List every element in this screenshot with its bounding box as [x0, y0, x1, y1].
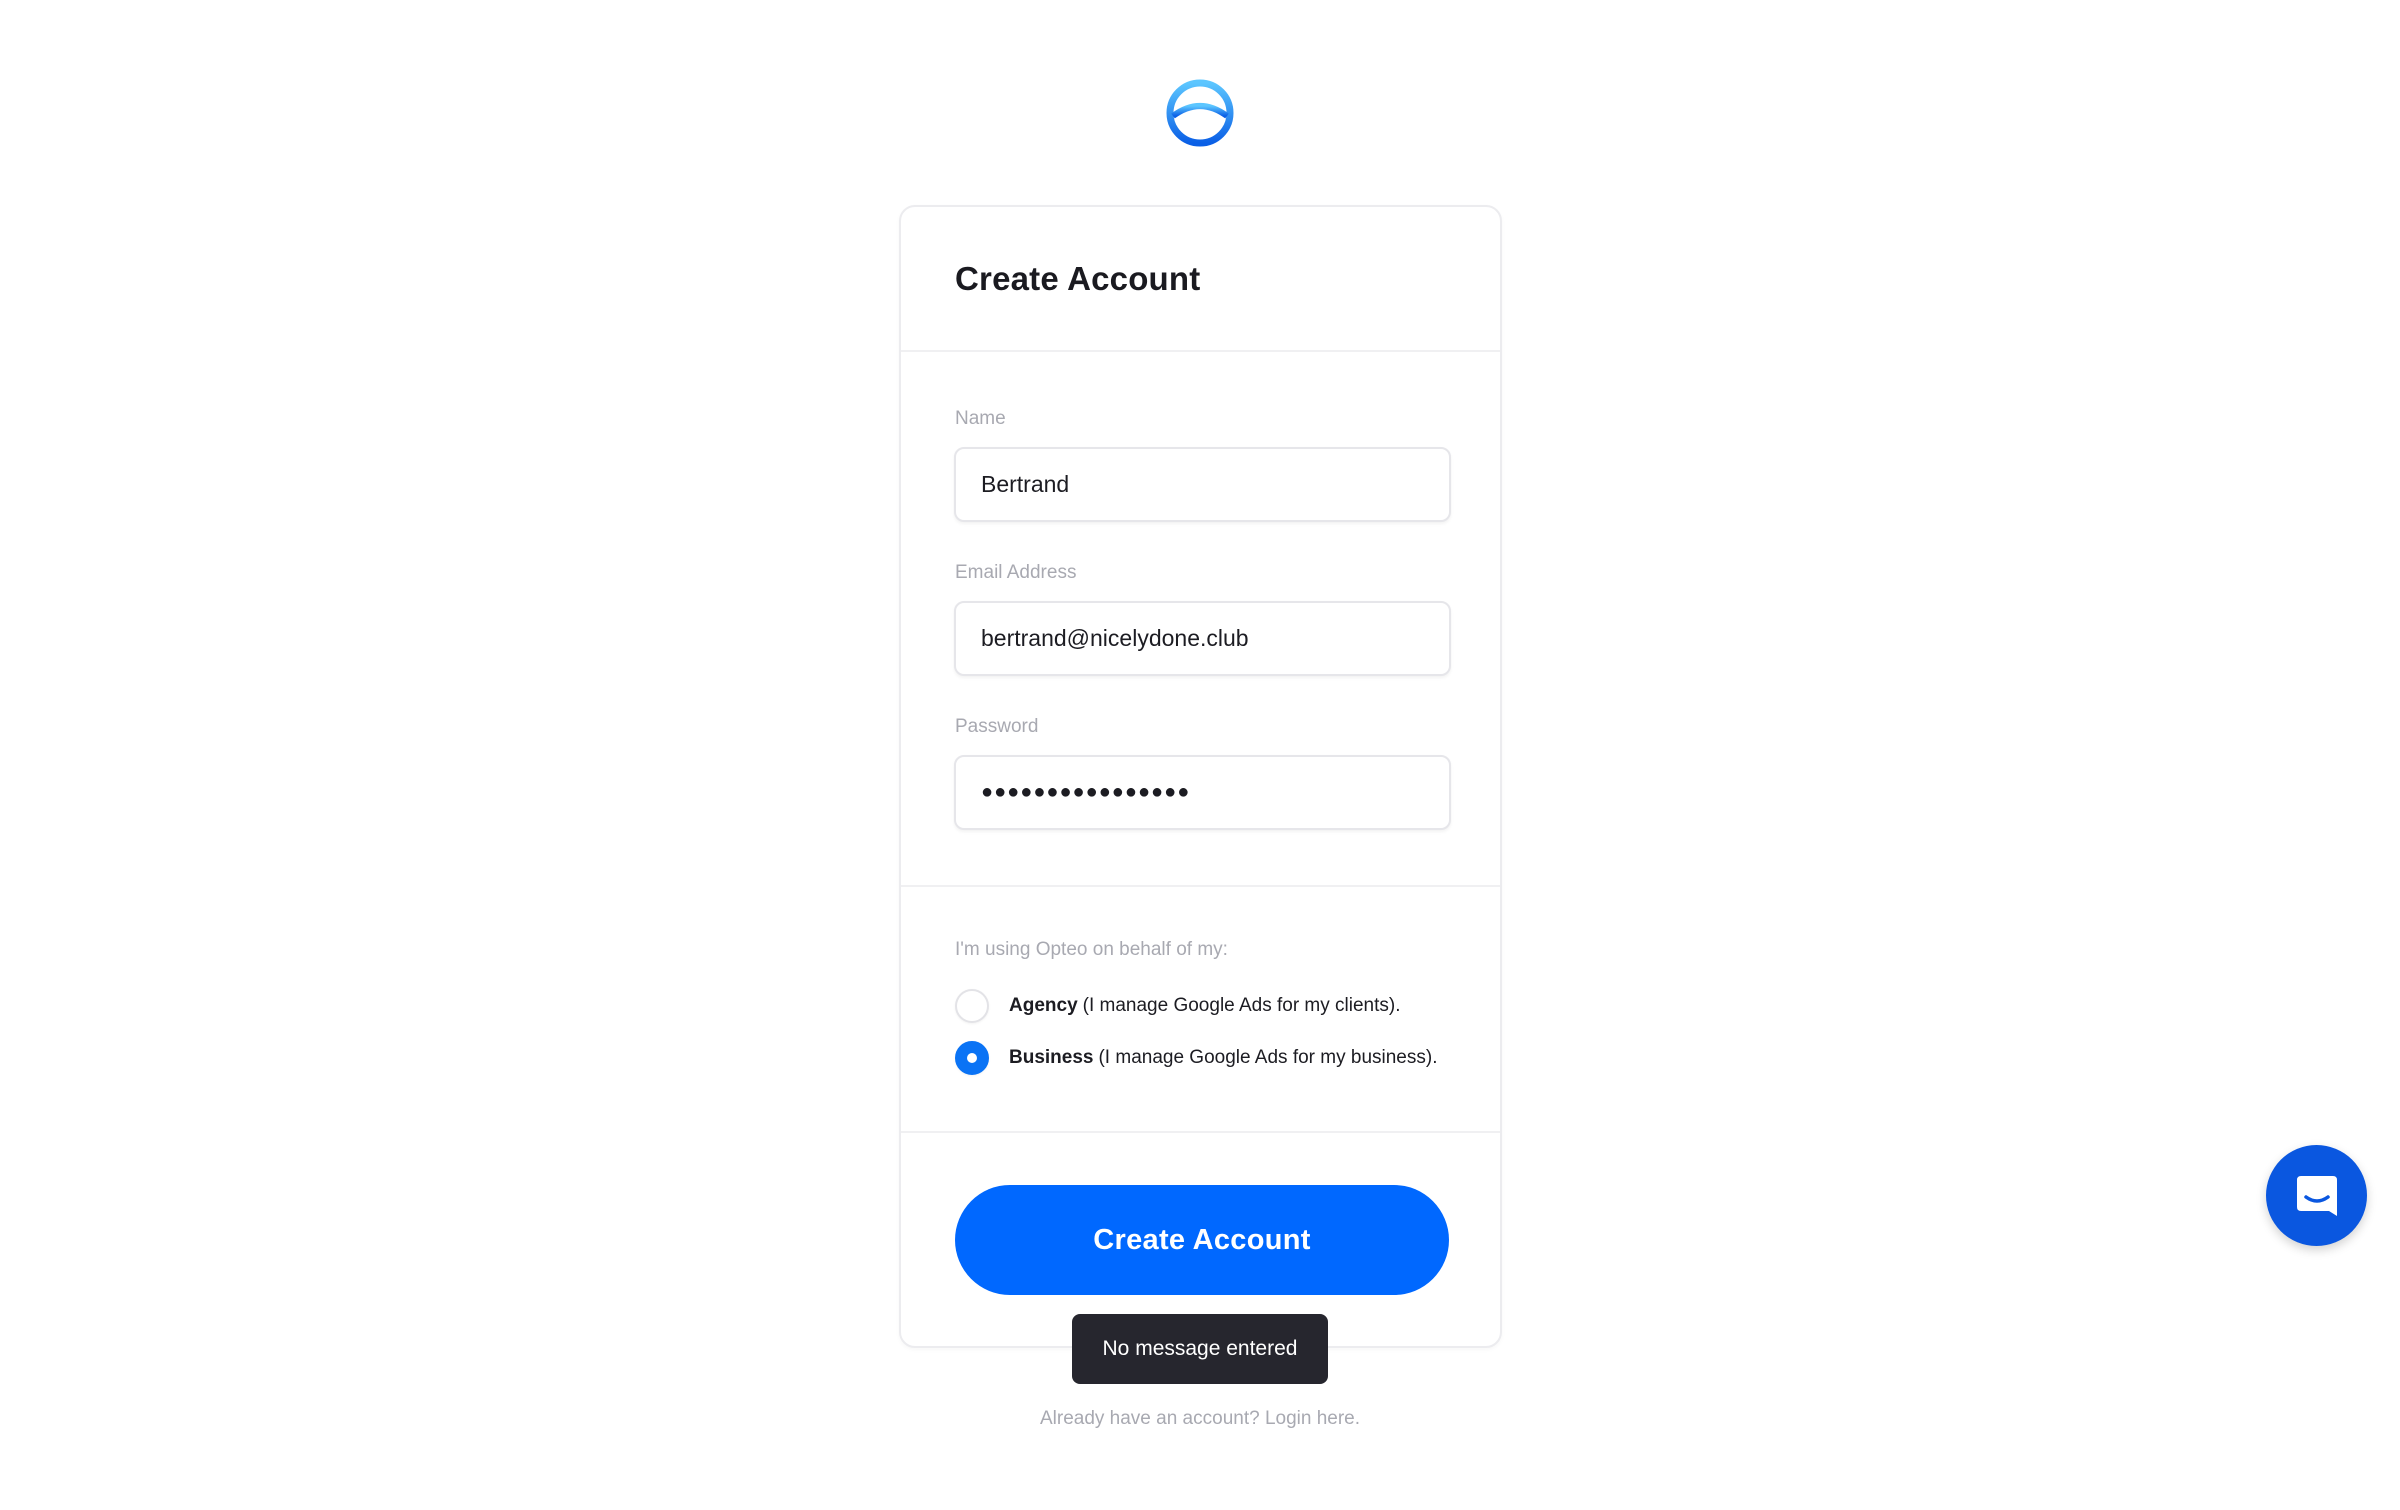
account-fields: Name Bertrand Email Address bertrand@nic…	[901, 352, 1500, 887]
login-link[interactable]: Already have an account? Login here.	[0, 1408, 2400, 1430]
create-account-button[interactable]: Create Account	[955, 1185, 1449, 1295]
page-title: Create Account	[955, 259, 1201, 297]
opteo-logo-icon	[1166, 79, 1234, 147]
usage-section: I'm using Opteo on behalf of my: Agency …	[901, 887, 1500, 1133]
business-description: (I manage Google Ads for my business).	[1098, 1047, 1438, 1068]
agency-label: Agency	[1009, 995, 1078, 1016]
agency-radio[interactable]	[955, 989, 989, 1023]
chat-icon	[2296, 1175, 2337, 1216]
email-label: Email Address	[955, 562, 1077, 583]
card-header: Create Account	[901, 207, 1500, 352]
email-input[interactable]: bertrand@nicelydone.club	[954, 601, 1451, 676]
password-input[interactable]: ●●●●●●●●●●●●●●●●	[954, 755, 1451, 830]
name-input[interactable]: Bertrand	[954, 447, 1451, 522]
usage-prompt: I'm using Opteo on behalf of my:	[955, 939, 1228, 960]
name-label: Name	[955, 408, 1006, 429]
radio-option-business[interactable]: Business (I manage Google Ads for my bus…	[955, 1041, 1437, 1075]
business-radio[interactable]	[955, 1041, 989, 1075]
error-tooltip: No message entered	[1072, 1314, 1328, 1384]
business-label: Business	[1009, 1047, 1094, 1068]
chat-launcher-button[interactable]	[2266, 1145, 2367, 1246]
agency-description: (I manage Google Ads for my clients).	[1082, 995, 1401, 1016]
create-account-card: Create Account Name Bertrand Email Addre…	[899, 205, 1502, 1348]
password-label: Password	[955, 716, 1039, 737]
radio-option-agency[interactable]: Agency (I manage Google Ads for my clien…	[955, 989, 1401, 1023]
